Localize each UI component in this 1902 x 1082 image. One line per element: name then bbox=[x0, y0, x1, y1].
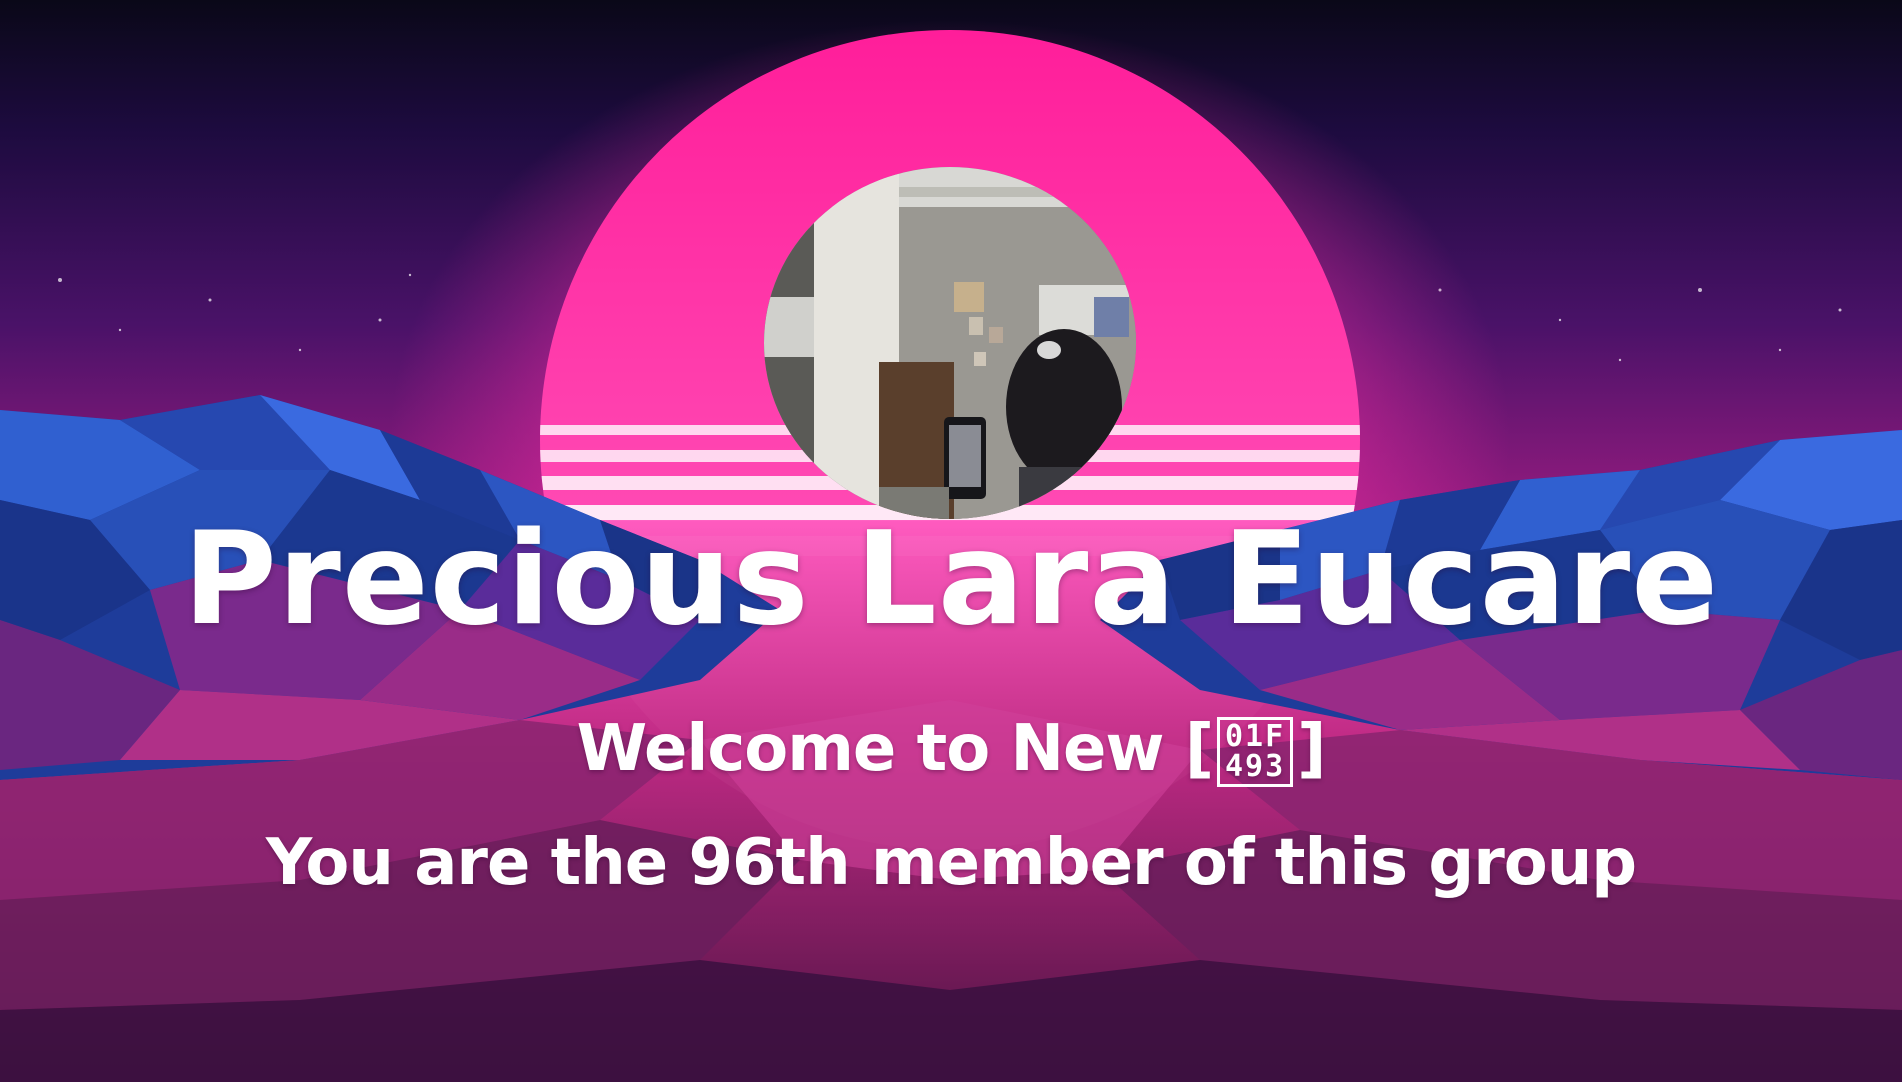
welcome-line: Welcome to New [01F493] bbox=[0, 712, 1902, 788]
welcome-bracket-close: ] bbox=[1297, 712, 1326, 786]
member-count-line: You are the 96th member of this group bbox=[265, 826, 1637, 900]
welcome-bracket-open: [ bbox=[1184, 712, 1214, 786]
profile-photo-avatar bbox=[764, 167, 1136, 519]
welcome-card: Precious Lara Eucare Welcome to New [01F… bbox=[0, 0, 1902, 1082]
profile-photo-icon bbox=[764, 167, 1136, 519]
welcome-prefix: Welcome to New bbox=[576, 712, 1165, 786]
member-name: Precious Lara Eucare bbox=[182, 505, 1720, 654]
missing-emoji-glyph: 01F493 bbox=[1217, 717, 1294, 788]
